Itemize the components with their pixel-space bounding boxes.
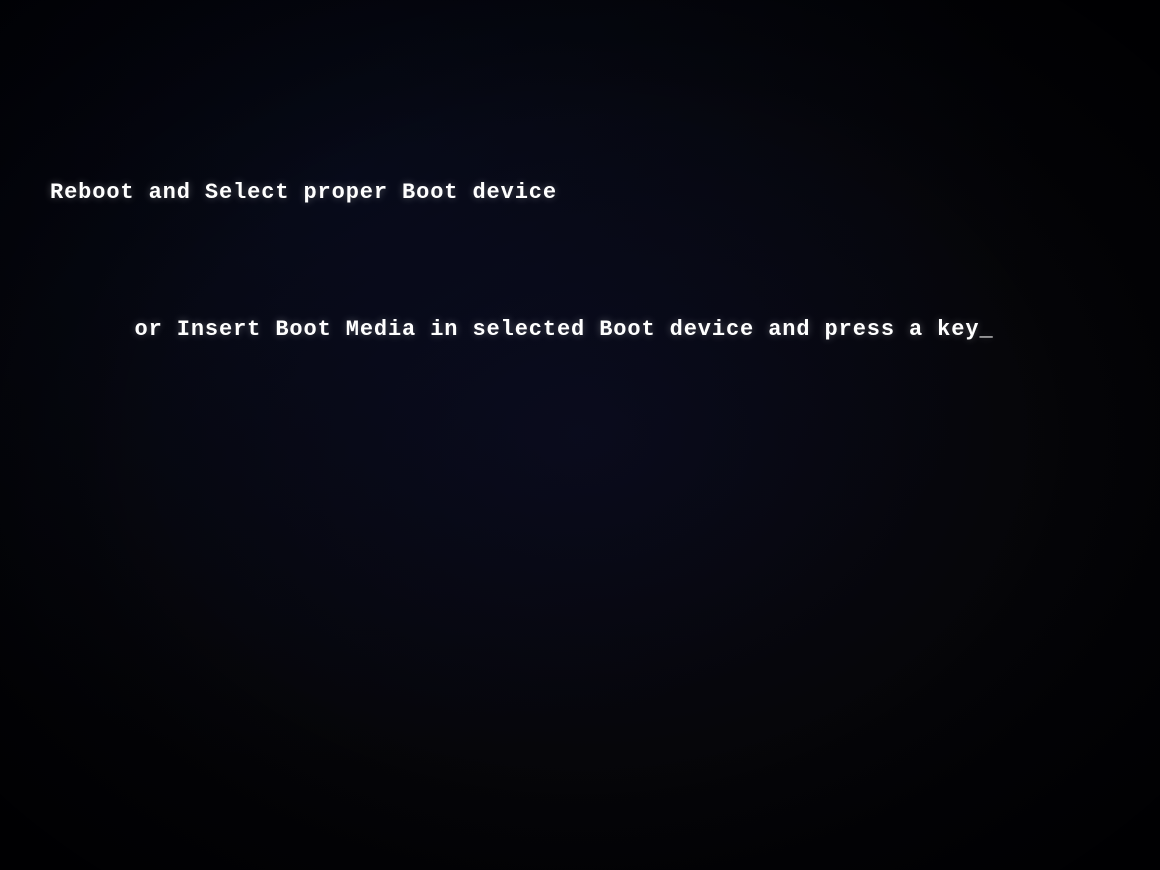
boot-message-line1: Reboot and Select proper Boot device xyxy=(50,176,994,210)
boot-error-message: Reboot and Select proper Boot device or … xyxy=(50,108,994,449)
boot-message-line2: or Insert Boot Media in selected Boot de… xyxy=(50,278,994,380)
blinking-cursor: _ xyxy=(979,313,993,347)
bios-screen: Reboot and Select proper Boot device or … xyxy=(0,0,1160,870)
